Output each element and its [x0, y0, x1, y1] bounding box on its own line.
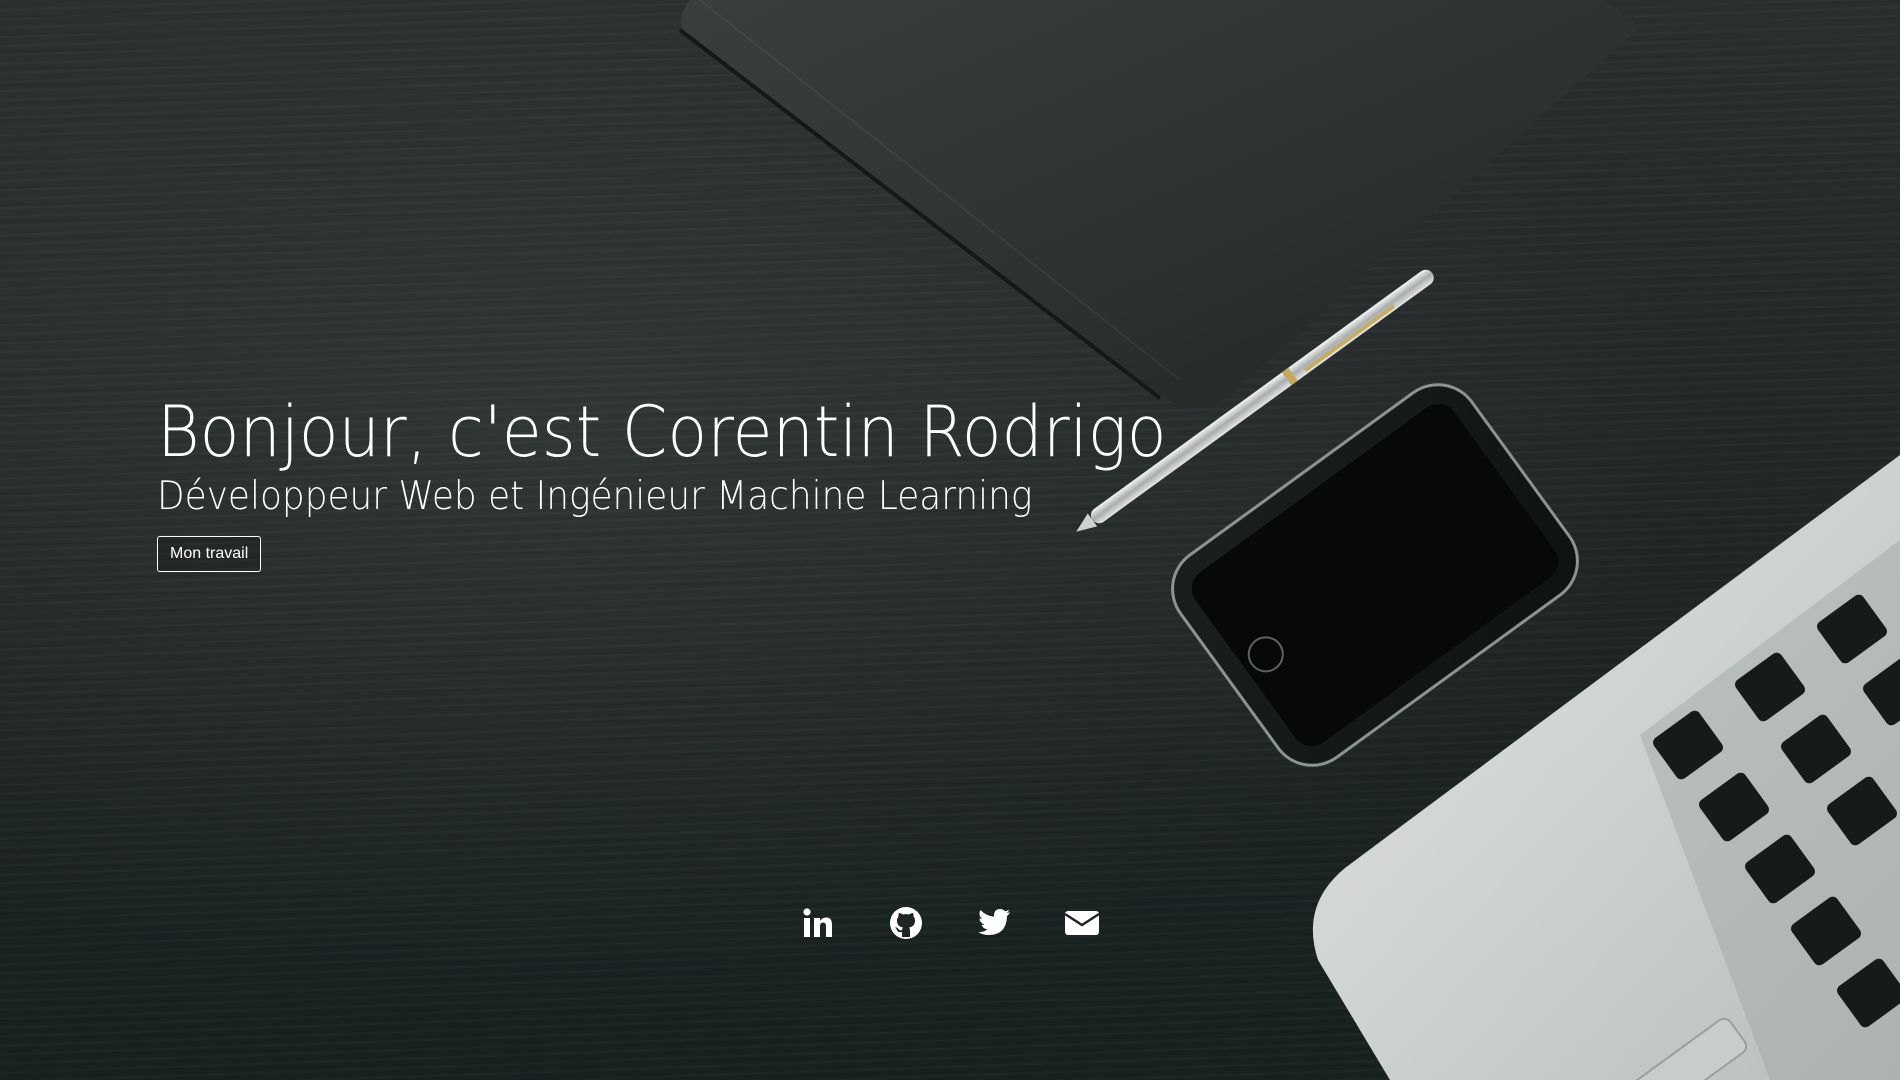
twitter-link[interactable] [976, 905, 1012, 941]
my-work-button[interactable]: Mon travail [157, 536, 262, 572]
notebook-shape [678, 0, 1640, 408]
github-link[interactable] [888, 905, 924, 941]
email-link[interactable] [1064, 905, 1100, 941]
twitter-icon [978, 909, 1010, 935]
github-icon [890, 907, 922, 939]
envelope-icon [1064, 911, 1100, 935]
intro-block: Bonjour, c'est Corentin Rodrigo Développ… [157, 392, 1243, 572]
social-links [800, 905, 1100, 941]
page-subtitle: Développeur Web et Ingénieur Machine Lea… [157, 474, 1033, 519]
page-title: Bonjour, c'est Corentin Rodrigo [157, 391, 1167, 473]
hero-section: Bonjour, c'est Corentin Rodrigo Développ… [0, 0, 1900, 1080]
linkedin-link[interactable] [800, 905, 836, 941]
linkedin-icon [803, 908, 832, 937]
